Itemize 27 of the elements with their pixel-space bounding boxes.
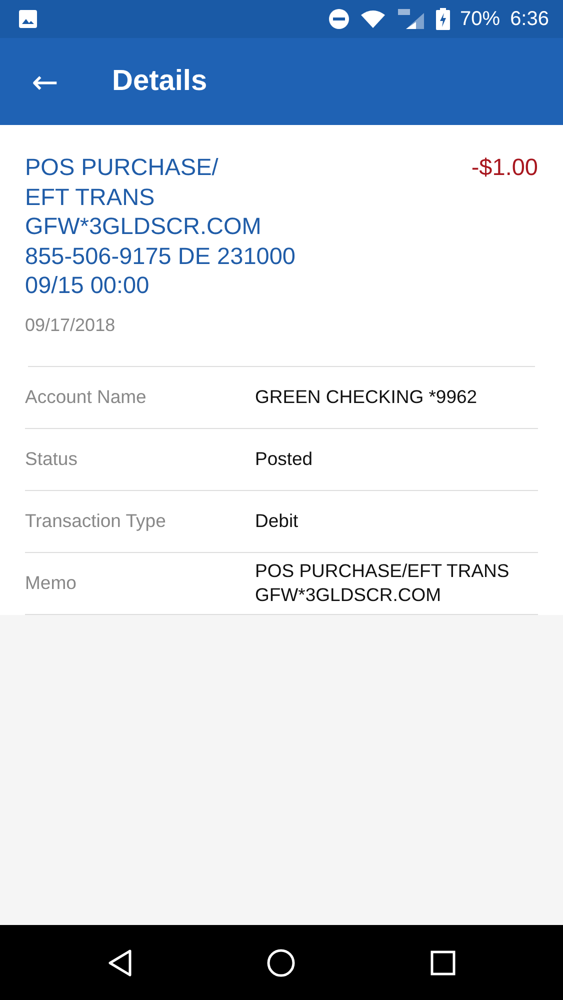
home-icon[interactable] xyxy=(266,948,296,978)
field-value: Debit xyxy=(255,509,300,533)
battery-icon xyxy=(436,8,450,30)
field-value: GREEN CHECKING *9962 xyxy=(255,385,478,409)
page-title: Details xyxy=(112,65,208,98)
transaction-description: 855-506-9175 DE 231000 xyxy=(25,242,296,270)
image-icon xyxy=(18,9,38,29)
back-button[interactable]: ← xyxy=(28,66,62,98)
clock-time: 6:36 xyxy=(510,8,549,30)
transaction-description: 09/15 00:00 xyxy=(25,271,150,300)
cell-signal-icon xyxy=(396,7,426,31)
transaction-description: POS PURCHASE/ xyxy=(25,153,220,182)
transaction-date: 09/17/2018 xyxy=(25,314,116,336)
transaction-amount: -$1.00 xyxy=(471,153,538,182)
transaction-description: EFT TRANS xyxy=(25,182,156,212)
field-value: Posted xyxy=(255,447,314,471)
field-label: Account Name xyxy=(25,386,148,408)
do-not-disturb-icon xyxy=(328,8,350,30)
transaction-description: GFW*3GLDSCR.COM xyxy=(25,212,262,241)
field-label: Transaction Type xyxy=(25,510,167,532)
field-value: POS PURCHASE/EFT TRANS GFW*3GLDSCR.COM xyxy=(255,559,510,607)
wifi-icon xyxy=(360,9,386,29)
battery-level: 70% xyxy=(460,8,500,30)
field-label: Memo xyxy=(25,572,78,594)
field-label: Status xyxy=(25,448,78,470)
back-icon[interactable] xyxy=(106,948,133,976)
recent-apps-icon[interactable] xyxy=(430,950,456,976)
